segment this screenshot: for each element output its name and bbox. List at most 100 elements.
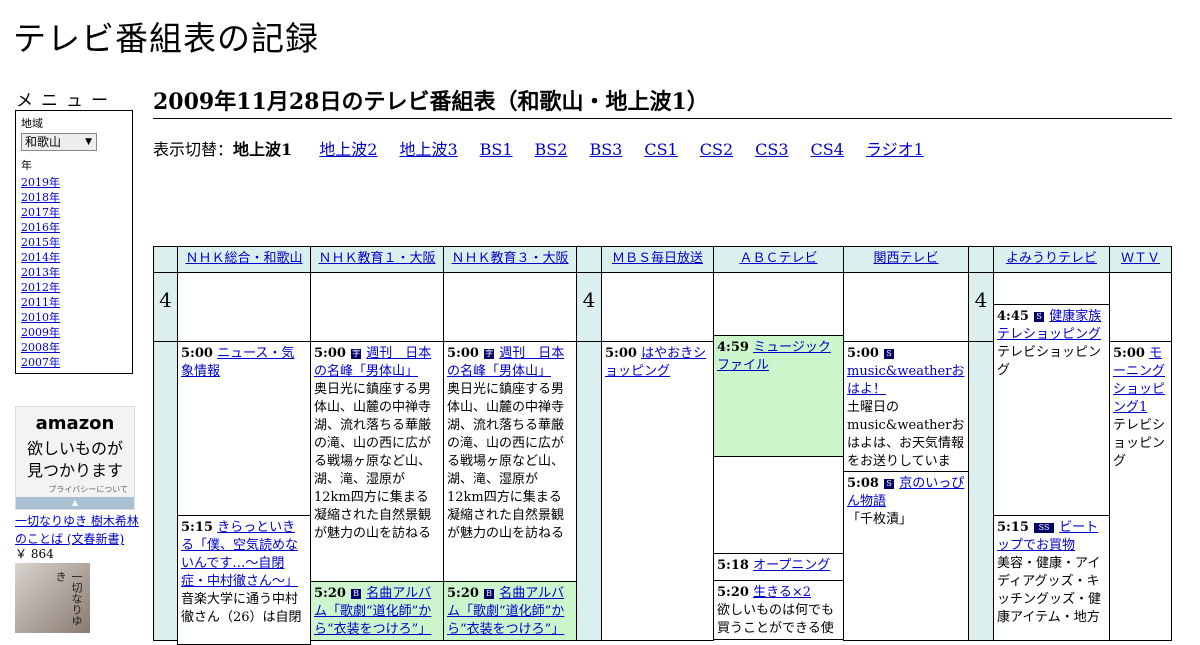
channel-header[interactable]: ＡＢＣテレビ	[713, 246, 844, 273]
program-cell[interactable]: 5:00 はやおきショッピング	[601, 341, 714, 641]
program-cell[interactable]: 4:59 ミュージックファイル	[713, 335, 844, 457]
year-link[interactable]: 2007年	[21, 355, 127, 370]
channel-header[interactable]: ＮＨＫ教育１・大阪	[310, 246, 444, 273]
header-hour-cell	[153, 246, 178, 273]
program-cell-empty	[1109, 272, 1172, 342]
channel-link[interactable]: よみうりテレビ	[1006, 251, 1097, 266]
program-time: 5:20	[447, 586, 479, 601]
year-link[interactable]: 2014年	[21, 250, 127, 265]
program-title-link[interactable]: music&weatherおはよ！	[847, 364, 964, 397]
channel-link[interactable]: ＷＴＶ	[1121, 251, 1160, 266]
region-label: 地域	[21, 117, 43, 130]
program-time: 5:20	[717, 585, 749, 600]
menu-box: 地域 和歌山 ▼ 年 2019年 2018年 2017年 2016年 2015年 2014…	[15, 110, 133, 374]
program-cell[interactable]: 5:00 ニュース・気象情報	[177, 341, 311, 516]
book-link[interactable]: 一切なりゆき 樹木希林のことば (文春新書)	[15, 512, 140, 548]
program-cell[interactable]: 4:45 S 健康家族テレショッピング テレビショッピング	[993, 304, 1110, 516]
stereo-icon: SS	[1034, 523, 1055, 533]
program-cell[interactable]: 5:00 字 週刊 日本の名峰「男体山」 奥日光に鎮座する男体山、山麓の中禅寺湖…	[443, 341, 577, 582]
program-time: 5:00	[314, 346, 346, 361]
ad-expand-icon[interactable]: ▲	[16, 497, 134, 509]
region-select[interactable]: 和歌山 ▼	[21, 133, 97, 151]
program-title-link[interactable]: オープニング	[753, 558, 830, 573]
program-time: 5:18	[717, 558, 749, 573]
program-cell-empty	[177, 272, 311, 342]
program-title-link[interactable]: 生きる×2	[753, 585, 811, 600]
broadcast-b-icon: B	[351, 589, 362, 599]
program-cell[interactable]: 5:00 モーニングショッピング1 テレビショッピング	[1109, 341, 1172, 641]
year-link[interactable]: 2015年	[21, 235, 127, 250]
channel-header[interactable]: 関西テレビ	[843, 246, 969, 273]
hour-cell-continued	[968, 341, 994, 641]
stereo-icon: S	[884, 349, 895, 359]
program-cell[interactable]: 5:18 オープニング	[713, 553, 844, 581]
program-description: 音楽大学に通う中村徹さん（26）は自閉	[181, 592, 302, 625]
year-list: 2019年 2018年 2017年 2016年 2015年 2014年 2013年 2012年…	[21, 175, 127, 370]
hour-cell-continued	[153, 341, 178, 641]
book-cover-image[interactable]: 一切なりゆき	[15, 563, 90, 633]
channel-link[interactable]: ＮＨＫ教育３・大阪	[451, 251, 568, 266]
subtitle-icon: 字	[484, 349, 495, 359]
year-link[interactable]: 2018年	[21, 190, 127, 205]
switcher-link[interactable]: CS2	[700, 140, 733, 159]
channel-header[interactable]: ＮＨＫ総合・和歌山	[177, 246, 311, 273]
switcher-link[interactable]: BS2	[535, 140, 568, 159]
program-cell-empty	[713, 272, 844, 336]
channel-link[interactable]: 関西テレビ	[873, 251, 938, 266]
switcher-link[interactable]: 地上波3	[399, 140, 457, 159]
header-hour-cell	[576, 246, 602, 273]
site-title: テレビ番組表の記録	[13, 19, 319, 58]
year-link[interactable]: 2017年	[21, 205, 127, 220]
program-description: 欲しいものは何でも買うことができる使	[717, 603, 835, 636]
channel-link[interactable]: ＡＢＣテレビ	[739, 251, 817, 266]
hour-cell-continued	[576, 341, 602, 641]
switcher-link[interactable]: CS3	[755, 140, 788, 159]
program-cell[interactable]: 5:20 B 名曲アルバム「歌劇“道化師”から“衣装をつけろ”」	[310, 581, 444, 641]
channel-header[interactable]: ＷＴＶ	[1109, 246, 1172, 273]
year-link[interactable]: 2013年	[21, 265, 127, 280]
program-cell[interactable]: 5:00 字 週刊 日本の名峰「男体山」 奥日光に鎮座する男体山、山麓の中禅寺湖…	[310, 341, 444, 582]
program-cell[interactable]: 5:15 きらっといきる「僕、空気読めないんです…～自閉症・中村徹さん～」 音楽…	[177, 515, 311, 645]
channel-header[interactable]: ＮＨＫ教育３・大阪	[443, 246, 577, 273]
channel-link[interactable]: ＮＨＫ教育１・大阪	[318, 251, 435, 266]
page-heading: 2009年11月28日のテレビ番組表（和歌山・地上波1）	[153, 84, 1172, 119]
switcher-link[interactable]: CS4	[811, 140, 844, 159]
year-link[interactable]: 2012年	[21, 280, 127, 295]
channel-header[interactable]: よみうりテレビ	[993, 246, 1110, 273]
year-link[interactable]: 2008年	[21, 340, 127, 355]
switcher-link[interactable]: ラジオ1	[866, 140, 924, 159]
program-cell[interactable]: 5:00 S music&weatherおはよ！ 土曜日のmusic&weath…	[843, 341, 969, 472]
program-time: 5:15	[181, 520, 213, 535]
book-cover-title: 一切なりゆき	[54, 571, 83, 626]
year-link[interactable]: 2016年	[21, 220, 127, 235]
header-hour-cell	[968, 246, 994, 273]
year-link[interactable]: 2011年	[21, 295, 127, 310]
program-cell[interactable]: 5:20 生きる×2 欲しいものは何でも買うことができる使	[713, 580, 844, 640]
program-description: 奥日光に鎮座する男体山、山麓の中禅寺湖、流れ落ちる華厳の滝、山の西に広がる戦場ヶ…	[314, 382, 432, 541]
program-time: 4:45	[997, 309, 1029, 324]
program-cell[interactable]: 5:15 SS ビートップでお買物 美容・健康・アイディアグッズ・キッチングッズ…	[993, 515, 1110, 641]
switcher-link[interactable]: 地上波2	[319, 140, 377, 159]
year-link[interactable]: 2019年	[21, 175, 127, 190]
program-description: 土曜日のmusic&weatherおはよは、お天気情報をお送りしています。	[847, 400, 965, 469]
program-time: 4:59	[717, 340, 749, 355]
channel-link[interactable]: ＮＨＫ総合・和歌山	[185, 251, 302, 266]
switcher-link[interactable]: CS1	[644, 140, 677, 159]
ad-privacy-link[interactable]: プライバシーについて	[48, 484, 128, 495]
program-cell-empty	[713, 456, 844, 554]
switcher-link[interactable]: BS1	[480, 140, 513, 159]
program-time: 5:15	[997, 520, 1029, 535]
program-cell[interactable]: 5:20 B 名曲アルバム「歌劇“道化師”から“衣装をつけろ”」	[443, 581, 577, 641]
subtitle-icon: 字	[351, 349, 362, 359]
program-time: 5:20	[314, 586, 346, 601]
year-link[interactable]: 2010年	[21, 310, 127, 325]
year-link[interactable]: 2009年	[21, 325, 127, 340]
program-cell[interactable]: 5:08 S 京のいっぴん物語 「千枚漬」	[843, 471, 969, 641]
program-description: 「千枚漬」	[847, 512, 913, 527]
amazon-ad[interactable]: amazon 欲しいものが 見つかります プライバシーについて ▲	[15, 406, 135, 510]
switcher-current: 地上波1	[233, 140, 293, 159]
stereo-icon: S	[884, 479, 895, 489]
switcher-link[interactable]: BS3	[589, 140, 622, 159]
channel-link[interactable]: ＭＢＳ毎日放送	[612, 251, 703, 266]
channel-header[interactable]: ＭＢＳ毎日放送	[601, 246, 714, 273]
